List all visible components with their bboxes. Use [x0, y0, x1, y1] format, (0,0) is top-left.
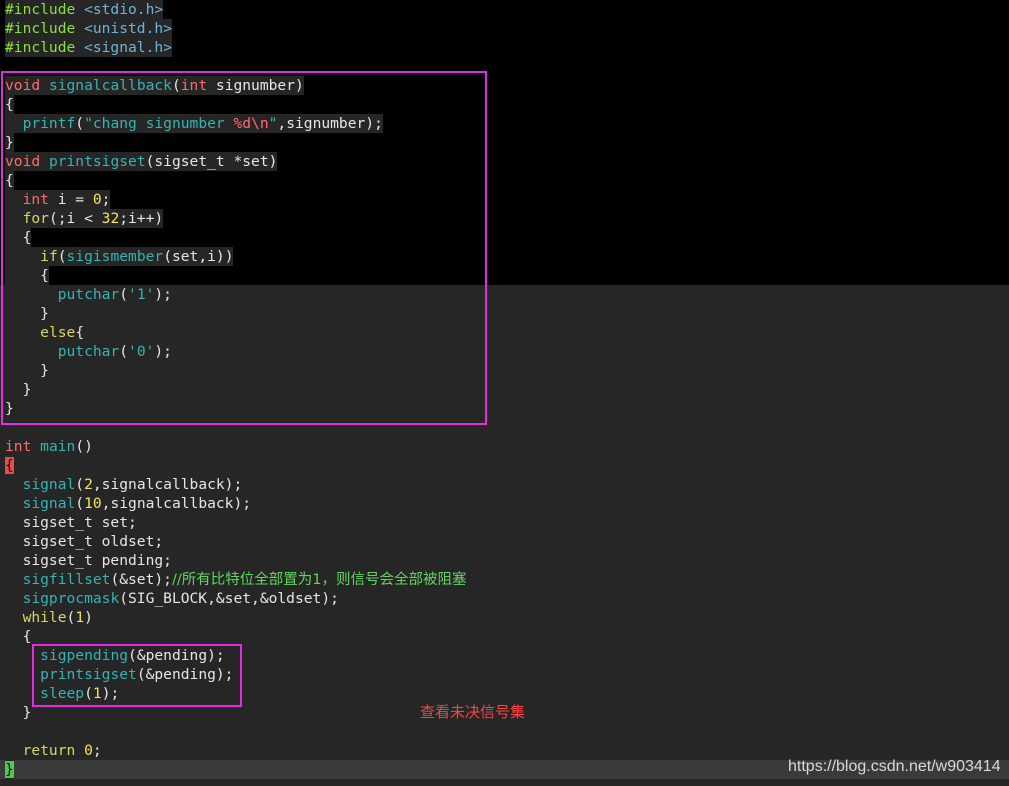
- code-token: int: [5, 438, 32, 455]
- code-token: signal: [22, 476, 76, 493]
- code-line: #include <unistd.h>: [5, 19, 466, 38]
- code-token: {: [5, 457, 14, 474]
- code-token: #include: [5, 1, 85, 18]
- code-line: }: [5, 760, 466, 779]
- code-line: {: [5, 456, 466, 475]
- code-token: main: [40, 438, 76, 455]
- code-token: (&set);: [110, 571, 172, 588]
- code-line: return 0;: [5, 741, 466, 760]
- code-token: }: [5, 761, 14, 778]
- code-token: (: [75, 476, 85, 493]
- code-line: #include <signal.h>: [5, 38, 466, 57]
- annotation-note: 查看未决信号集: [420, 703, 526, 721]
- code-token: ): [84, 609, 93, 626]
- code-line: signal(10,signalcallback);: [5, 494, 466, 513]
- code-line-content: {: [5, 627, 32, 646]
- code-line-content: }: [5, 760, 14, 779]
- code-token: }: [5, 704, 32, 721]
- code-line-content: signal(2,signalcallback);: [5, 475, 243, 494]
- code-token: 1: [75, 609, 85, 626]
- code-line-content: }: [5, 703, 32, 722]
- code-token: #include: [5, 20, 85, 37]
- code-line-content: while(1): [5, 608, 93, 627]
- code-token: ,signalcallback);: [101, 495, 252, 512]
- code-token: (: [75, 495, 85, 512]
- code-line-content: return 0;: [5, 741, 102, 760]
- code-token: <signal.h>: [84, 39, 172, 56]
- code-line-content: #include <signal.h>: [5, 38, 172, 57]
- code-line-content: signal(10,signalcallback);: [5, 494, 252, 513]
- code-token: 2: [84, 476, 93, 493]
- code-line: sigset_t set;: [5, 513, 466, 532]
- watermark-url: https://blog.csdn.net/w903414: [788, 758, 1001, 775]
- code-token: (: [66, 609, 76, 626]
- code-token: (SIG_BLOCK,&set,&oldset);: [119, 590, 339, 607]
- code-line: sigset_t pending;: [5, 551, 466, 570]
- code-token: //所有比特位全部置为1，则信号会全部被阻塞: [171, 572, 467, 588]
- code-line: sigfillset(&set);//所有比特位全部置为1，则信号会全部被阻塞: [5, 570, 467, 589]
- code-line: while(1): [5, 608, 466, 627]
- code-line-content: #include <stdio.h>: [5, 0, 164, 19]
- code-token: #include: [5, 39, 85, 56]
- code-line-content: sigset_t oldset;: [5, 532, 164, 551]
- highlight-box-helper-functions: [1, 71, 487, 425]
- code-token: sigprocmask: [22, 590, 120, 607]
- code-token: <stdio.h>: [84, 1, 164, 18]
- code-line-content: sigset_t pending;: [5, 551, 172, 570]
- code-token: sigset_t set;: [5, 514, 137, 531]
- code-line: #include <stdio.h>: [5, 0, 466, 19]
- code-line: int main(): [5, 437, 466, 456]
- code-token: {: [5, 628, 32, 645]
- code-token: 10: [84, 495, 102, 512]
- code-line-content: {: [5, 456, 14, 475]
- code-token: sigset_t pending;: [5, 552, 172, 569]
- code-line-content: #include <unistd.h>: [5, 19, 172, 38]
- code-line: sigprocmask(SIG_BLOCK,&set,&oldset);: [5, 589, 466, 608]
- code-token: (): [75, 438, 93, 455]
- code-line: sigset_t oldset;: [5, 532, 466, 551]
- highlight-box-pending-loop: [32, 644, 242, 707]
- code-line: signal(2,signalcallback);: [5, 475, 466, 494]
- code-line-content: int main(): [5, 437, 93, 456]
- code-token: while: [22, 609, 67, 626]
- code-token: <unistd.h>: [84, 20, 172, 37]
- code-token: return: [22, 742, 76, 759]
- code-line-content: sigset_t set;: [5, 513, 137, 532]
- code-token: signal: [22, 495, 76, 512]
- code-token: ;: [92, 742, 102, 759]
- code-line-content: sigfillset(&set);//所有比特位全部置为1，则信号会全部被阻塞: [5, 570, 467, 589]
- code-token: sigset_t oldset;: [5, 533, 164, 550]
- code-token: ,signalcallback);: [92, 476, 243, 493]
- code-token: 0: [84, 742, 93, 759]
- code-token: sigfillset: [22, 571, 111, 588]
- code-line-content: sigprocmask(SIG_BLOCK,&set,&oldset);: [5, 589, 339, 608]
